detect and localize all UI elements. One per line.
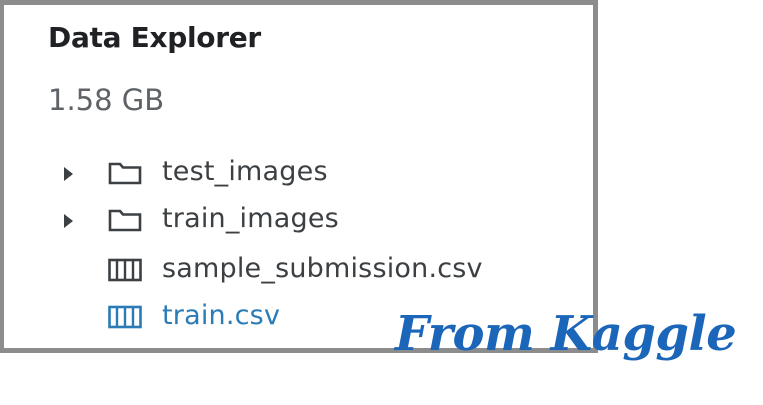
tree-item-test-images[interactable]: test_images xyxy=(4,154,594,194)
folder-icon xyxy=(108,209,142,232)
tree-item-sample-submission[interactable]: sample_submission.csv xyxy=(4,251,594,291)
caret-right-icon[interactable] xyxy=(64,167,73,181)
dataset-size: 1.58 GB xyxy=(48,83,165,117)
panel-title: Data Explorer xyxy=(48,21,261,54)
tree-item-train-images[interactable]: train_images xyxy=(4,201,594,241)
table-icon xyxy=(108,258,142,282)
caret-right-icon[interactable] xyxy=(64,214,73,228)
data-explorer-panel: Data Explorer 1.58 GB test_images train_… xyxy=(0,0,598,353)
watermark-text: From Kaggle xyxy=(395,306,737,362)
tree-item-label[interactable]: sample_submission.csv xyxy=(162,253,483,284)
tree-item-label[interactable]: train.csv xyxy=(162,300,280,331)
table-icon xyxy=(108,305,142,329)
tree-item-label[interactable]: test_images xyxy=(162,156,328,187)
tree-item-label[interactable]: train_images xyxy=(162,203,339,234)
folder-icon xyxy=(108,162,142,185)
